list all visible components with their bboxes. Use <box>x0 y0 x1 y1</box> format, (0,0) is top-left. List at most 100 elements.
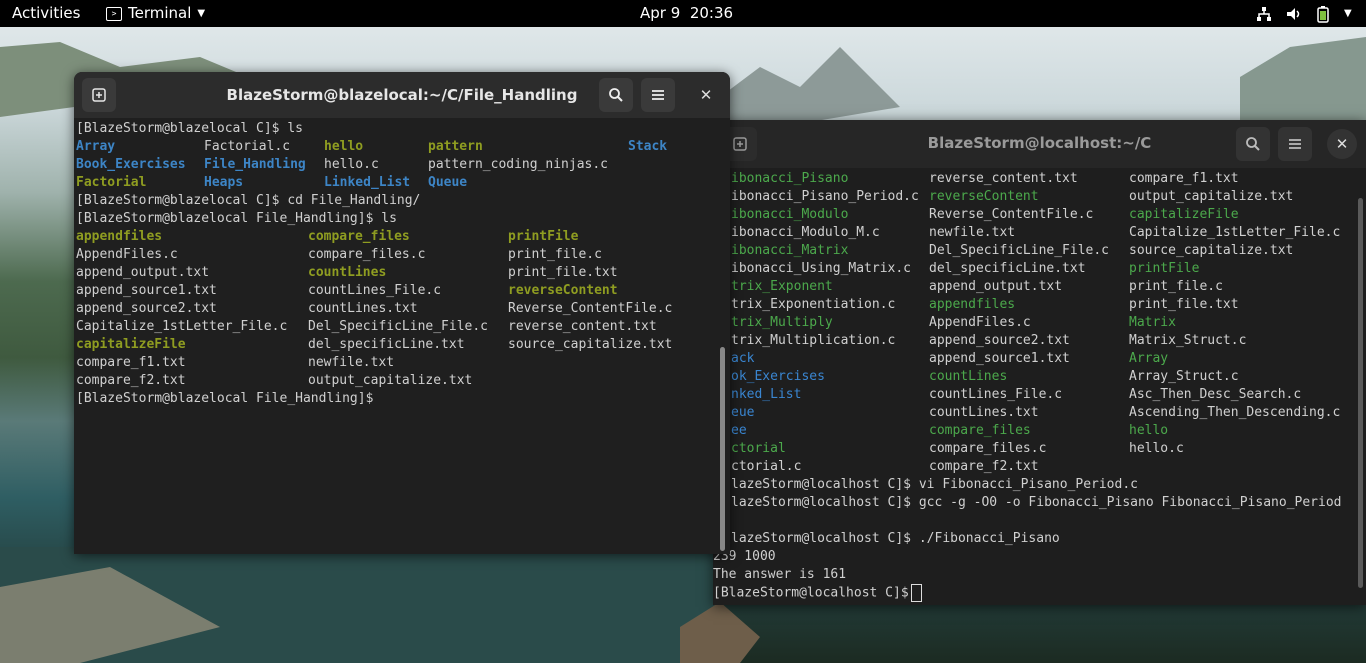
file-entry: reverseContent <box>929 189 1039 204</box>
file-entry: Matrix <box>1129 315 1176 330</box>
file-entry: Capitalize_1stLetter_File.c <box>76 319 288 334</box>
file-entry: reverse_content.txt <box>508 319 657 334</box>
terminal-output-text: The answer is 161 <box>713 567 847 582</box>
file-entry: AppendFiles.c <box>76 247 178 262</box>
hamburger-icon <box>652 90 664 100</box>
file-entry: print_file.c <box>508 247 602 262</box>
chevron-down-icon: ▼ <box>197 8 206 19</box>
file-entry: appendfiles <box>929 297 1016 312</box>
file-entry: compare_f2.txt <box>76 373 186 388</box>
file-entry: source_capitalize.txt <box>508 337 673 352</box>
terminal-line: [BlazeStorm@blazelocal C]$ cd File_Handl… <box>76 192 420 210</box>
terminal-output[interactable]: ibonacci_Pisano reverse_content.txt compar… <box>713 168 1366 605</box>
file-entry: Heaps <box>204 175 244 190</box>
file-entry: Reverse_ContentFile.c <box>508 301 673 316</box>
file-entry: hello.c <box>324 157 379 172</box>
file-entry: eue <box>731 405 755 420</box>
terminal-line: [BlazeStorm@blazelocal C]$ ls <box>76 120 303 138</box>
file-entry: trix_Multiply <box>731 315 833 330</box>
file-entry: AppendFiles.c <box>929 315 1031 330</box>
file-entry: Linked_List <box>324 175 411 190</box>
file-entry: compare_f1.txt <box>76 355 186 370</box>
file-entry: print_file.txt <box>508 265 618 280</box>
terminal-output[interactable]: [BlazeStorm@blazelocal C]$ ls Array Factor… <box>74 118 730 554</box>
file-entry: trix_Exponent <box>731 279 833 294</box>
file-entry: Array_Struct.c <box>1129 369 1239 384</box>
app-menu[interactable]: > Terminal ▼ <box>106 0 205 27</box>
file-entry: ibonacci_Modulo <box>731 207 849 222</box>
file-entry: newfile.txt <box>308 355 395 370</box>
file-entry: hello <box>324 139 364 154</box>
file-entry: countLines <box>308 265 387 280</box>
activities-label: Activities <box>12 4 81 22</box>
scrollbar[interactable] <box>1358 198 1363 588</box>
file-entry: Stack <box>628 139 668 154</box>
scrollbar[interactable] <box>720 347 725 551</box>
terminal-line: [BlazeStorm@blazelocal File_Handling]$ l… <box>76 210 397 228</box>
menu-button[interactable] <box>1278 127 1312 161</box>
file-entry: trix_Multiplication.c <box>731 333 896 348</box>
file-entry: ok_Exercises <box>731 369 825 384</box>
file-entry: Reverse_ContentFile.c <box>929 207 1094 222</box>
close-icon: ✕ <box>1335 135 1349 153</box>
search-button[interactable] <box>599 78 633 112</box>
terminal-window-blazelocal[interactable]: BlazeStorm@blazelocal:~/C/File_Handling … <box>74 72 730 554</box>
terminal-line: lazeStorm@localhost C]$ vi Fibonacci_Pis… <box>731 476 1138 494</box>
terminal-window-localhost[interactable]: BlazeStorm@localhost:~/C ✕ ibonacci_Pisa… <box>713 120 1366 605</box>
activities-button[interactable]: Activities <box>12 0 80 27</box>
file-entry: Del_SpecificLine_File.c <box>308 319 489 334</box>
file-entry: appendfiles <box>76 229 163 244</box>
time-label: 20:36 <box>689 4 734 22</box>
system-tray[interactable]: ▼ <box>1256 0 1352 27</box>
terminal-app-icon: > <box>106 6 122 21</box>
terminal-line: The answer is 161 <box>713 566 846 584</box>
file-entry: reverse_content.txt <box>929 171 1078 186</box>
file-entry: del_specificLine.txt <box>929 261 1086 276</box>
file-entry: append_source2.txt <box>929 333 1070 348</box>
terminal-line: lazeStorm@localhost C]$ ./Fibonacci_Pisa… <box>731 530 1060 548</box>
shell-prompt-text: [BlazeStorm@blazelocal File_Handling]$ l… <box>76 211 397 226</box>
search-icon <box>609 88 623 102</box>
file-entry: countLines.txt <box>929 405 1039 420</box>
file-entry: Array <box>1129 351 1169 366</box>
file-entry: ibonacci_Matrix <box>731 243 849 258</box>
file-entry: Factorial.c <box>204 139 291 154</box>
file-entry: compare_files <box>929 423 1031 438</box>
hamburger-icon <box>1289 139 1301 149</box>
file-entry: capitalizeFile <box>1129 207 1239 222</box>
text-cursor <box>910 584 922 602</box>
file-entry: output_capitalize.txt <box>1129 189 1294 204</box>
file-entry: ee <box>731 423 747 438</box>
file-entry: nked_List <box>731 387 802 402</box>
file-entry: print_file.c <box>1129 279 1223 294</box>
file-entry: Matrix_Struct.c <box>1129 333 1247 348</box>
terminal-output-text: lazeStorm@localhost C]$ vi Fibonacci_Pis… <box>731 477 1138 492</box>
search-button[interactable] <box>1236 127 1270 161</box>
volume-icon <box>1287 7 1300 20</box>
file-entry: output_capitalize.txt <box>308 373 473 388</box>
search-icon <box>1246 137 1260 151</box>
menu-button[interactable] <box>641 78 675 112</box>
file-entry: hello.c <box>1129 441 1184 456</box>
file-entry: Ascending_Then_Descending.c <box>1129 405 1341 420</box>
file-entry: countLines <box>929 369 1008 384</box>
file-entry: File_Handling <box>204 157 306 172</box>
clock[interactable]: Apr 9 20:36 <box>640 0 733 27</box>
file-entry: Queue <box>428 175 468 190</box>
file-entry: reverseContent <box>508 283 618 298</box>
date-label: Apr 9 <box>640 4 681 22</box>
close-button[interactable]: ✕ <box>691 80 721 110</box>
file-entry: ibonacci_Using_Matrix.c <box>731 261 912 276</box>
network-icon <box>1257 6 1271 21</box>
shell-prompt-text: [BlazeStorm@blazelocal C]$ cd File_Handl… <box>76 193 421 208</box>
close-icon: ✕ <box>699 86 713 104</box>
window-header: BlazeStorm@localhost:~/C ✕ <box>713 120 1366 168</box>
file-entry: compare_files.c <box>308 247 426 262</box>
top-bar: Activities > Terminal ▼ Apr 9 20:36 ▼ <box>0 0 1366 27</box>
file-entry: ibonacci_Pisano <box>731 171 849 186</box>
file-entry: compare_f1.txt <box>1129 171 1239 186</box>
file-entry: append_source2.txt <box>76 301 217 316</box>
file-entry: Asc_Then_Desc_Search.c <box>1129 387 1302 402</box>
close-button[interactable]: ✕ <box>1327 129 1357 159</box>
file-entry: countLines.txt <box>308 301 418 316</box>
